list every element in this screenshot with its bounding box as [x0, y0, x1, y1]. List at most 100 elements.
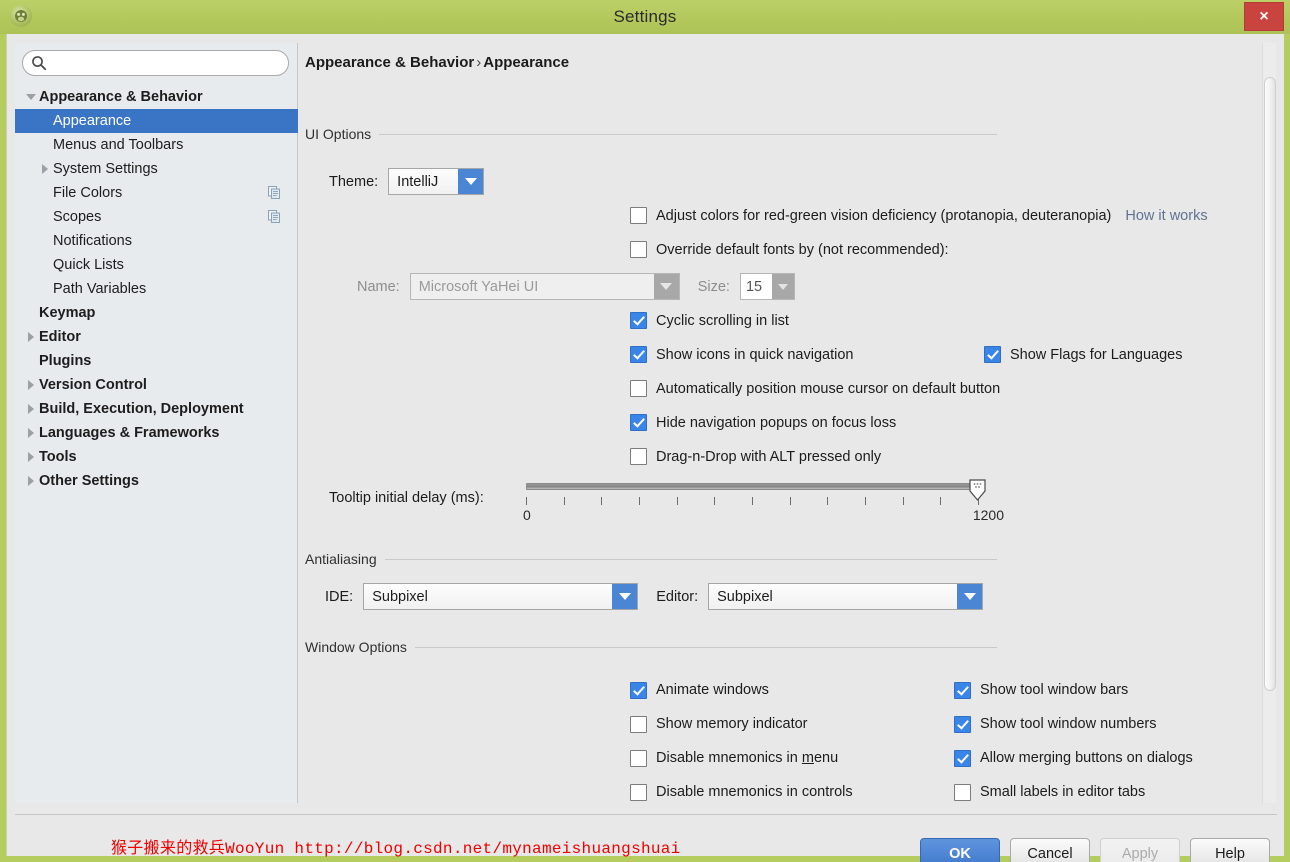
drag-n-drop-checkbox[interactable]	[630, 448, 647, 465]
disable-mnemonics-in-menu-label: Disable mnemonics in menu	[656, 750, 839, 766]
cyclic-scrolling-checkbox[interactable]	[630, 312, 647, 329]
close-button[interactable]: ×	[1244, 2, 1284, 31]
editor-antialiasing-combobox[interactable]: Subpixel	[708, 583, 984, 610]
search-input[interactable]	[22, 50, 289, 76]
copy-settings-icon[interactable]	[267, 209, 282, 224]
font-size-spinner[interactable]: 15	[739, 273, 795, 300]
search-box[interactable]	[22, 50, 289, 76]
adjust-colors-checkbox[interactable]	[630, 207, 647, 224]
slider-tick	[865, 497, 866, 505]
sidebar-item-tools[interactable]: Tools	[15, 445, 298, 469]
show-tool-window-numbers-checkbox[interactable]	[954, 715, 971, 733]
sidebar-item-plugins[interactable]: Plugins	[15, 349, 298, 373]
chevron-right-icon[interactable]	[23, 469, 39, 493]
slider-ticks	[526, 497, 979, 505]
sidebar-item-appearance-behavior[interactable]: Appearance & Behavior	[15, 85, 298, 109]
window-options-group: Window Options	[305, 638, 997, 656]
chevron-down-icon	[653, 274, 679, 299]
font-name-label: Name:	[357, 278, 400, 295]
sidebar-item-label: Quick Lists	[53, 257, 124, 273]
slider-tick	[940, 497, 942, 505]
cyclic-scrolling-label: Cyclic scrolling in list	[656, 312, 789, 329]
slider-track[interactable]	[526, 483, 978, 490]
chevron-down-icon[interactable]	[23, 85, 39, 109]
footer-divider	[15, 814, 1277, 815]
chevron-right-icon[interactable]	[23, 373, 39, 397]
ok-button[interactable]: OK	[920, 838, 1000, 862]
show-icons-quick-nav-checkbox[interactable]	[630, 346, 647, 363]
sidebar-item-quick-lists[interactable]: Quick Lists	[15, 253, 298, 277]
override-fonts-checkbox[interactable]	[630, 241, 647, 258]
theme-combobox[interactable]: IntelliJ	[388, 168, 485, 195]
disable-mnemonics-in-menu-checkbox[interactable]	[630, 749, 647, 767]
sidebar-item-build-execution-deployment[interactable]: Build, Execution, Deployment	[15, 397, 298, 421]
copy-settings-icon[interactable]	[267, 185, 282, 200]
vertical-scrollbar-track[interactable]	[1262, 43, 1276, 803]
ide-antialiasing-value: Subpixel	[364, 584, 613, 609]
animate-windows-label: Animate windows	[656, 682, 769, 698]
font-name-combobox[interactable]: Microsoft YaHei UI	[409, 273, 680, 300]
sidebar-item-appearance[interactable]: Appearance	[15, 109, 298, 133]
sidebar-item-label: Keymap	[39, 305, 96, 321]
window-option-right-row-3: Small labels in editor tabs	[954, 775, 1193, 803]
watermark-text: 猴子搬来的救兵WooYun http://blog.csdn.net/mynam…	[111, 840, 681, 858]
sidebar-item-menus-and-toolbars[interactable]: Menus and Toolbars	[15, 133, 298, 157]
sidebar-item-label: Scopes	[53, 209, 102, 225]
chevron-right-icon[interactable]	[23, 397, 39, 421]
help-button[interactable]: Help	[1190, 838, 1270, 862]
show-tool-window-bars-checkbox[interactable]	[954, 681, 971, 699]
sidebar-item-scopes[interactable]: Scopes	[15, 205, 298, 229]
window-option-right-row-2: Allow merging buttons on dialogs	[954, 741, 1193, 775]
disable-mnemonics-in-controls-checkbox[interactable]	[630, 783, 647, 801]
slider-tick	[676, 497, 678, 505]
hide-nav-popups-checkbox[interactable]	[630, 414, 647, 431]
editor-antialiasing-label: Editor:	[656, 588, 699, 605]
slider-thumb[interactable]	[969, 479, 986, 502]
sidebar-item-file-colors[interactable]: File Colors	[15, 181, 298, 205]
auto-position-cursor-row: Automatically position mouse cursor on d…	[630, 380, 1000, 397]
sidebar-item-notifications[interactable]: Notifications	[15, 229, 298, 253]
show-memory-indicator-checkbox[interactable]	[630, 715, 647, 733]
small-labels-in-editor-tabs-checkbox[interactable]	[954, 783, 971, 801]
allow-merging-buttons-on-dialogs-checkbox[interactable]	[954, 749, 971, 767]
window-option-left-row-3: Disable mnemonics in controls	[630, 775, 853, 803]
chevron-right-icon[interactable]	[23, 325, 39, 349]
sidebar-item-system-settings[interactable]: System Settings	[15, 157, 298, 181]
hide-nav-popups-label: Hide navigation popups on focus loss	[656, 414, 897, 431]
animate-windows-checkbox[interactable]	[630, 681, 647, 699]
chevron-right-icon[interactable]	[23, 421, 39, 445]
show-flags-checkbox[interactable]	[984, 346, 1001, 363]
vertical-scrollbar-thumb[interactable]	[1264, 77, 1276, 691]
auto-position-cursor-checkbox[interactable]	[630, 380, 647, 397]
theme-label: Theme:	[329, 173, 379, 190]
sidebar-item-languages-frameworks[interactable]: Languages & Frameworks	[15, 421, 298, 445]
how-it-works-link[interactable]: How it works	[1125, 208, 1207, 224]
hide-nav-popups-row: Hide navigation popups on focus loss	[630, 414, 896, 431]
font-name-value: Microsoft YaHei UI	[410, 274, 654, 299]
ide-antialiasing-combobox[interactable]: Subpixel	[363, 583, 639, 610]
sidebar-item-other-settings[interactable]: Other Settings	[15, 469, 298, 493]
chevron-down-icon	[957, 584, 983, 609]
chevron-right-icon[interactable]	[23, 445, 39, 469]
settings-tree: Appearance & Behavior Appearance Menus and…	[15, 85, 298, 493]
sidebar-item-keymap[interactable]: Keymap	[15, 301, 298, 325]
theme-combobox-value: IntelliJ	[389, 169, 459, 194]
sidebar-item-label: Editor	[39, 329, 81, 345]
show-icons-quick-nav-label: Show icons in quick navigation	[656, 346, 854, 363]
sidebar-item-editor[interactable]: Editor	[15, 325, 298, 349]
sidebar-item-label: Languages & Frameworks	[39, 425, 220, 441]
slider-min-label: 0	[523, 507, 531, 523]
slider-tick	[902, 497, 904, 505]
sidebar-item-path-variables[interactable]: Path Variables	[15, 277, 298, 301]
cancel-button[interactable]: Cancel	[1010, 838, 1090, 862]
show-flags-row: Show Flags for Languages	[984, 346, 1183, 363]
override-fonts-row: Override default fonts by (not recommend…	[630, 241, 949, 258]
slider-tick	[827, 497, 829, 505]
breadcrumb-leaf: Appearance	[483, 54, 570, 71]
tooltip-delay-slider[interactable]: 0 1200	[523, 479, 1004, 529]
chevron-right-icon[interactable]	[37, 157, 53, 181]
sidebar-item-version-control[interactable]: Version Control	[15, 373, 298, 397]
